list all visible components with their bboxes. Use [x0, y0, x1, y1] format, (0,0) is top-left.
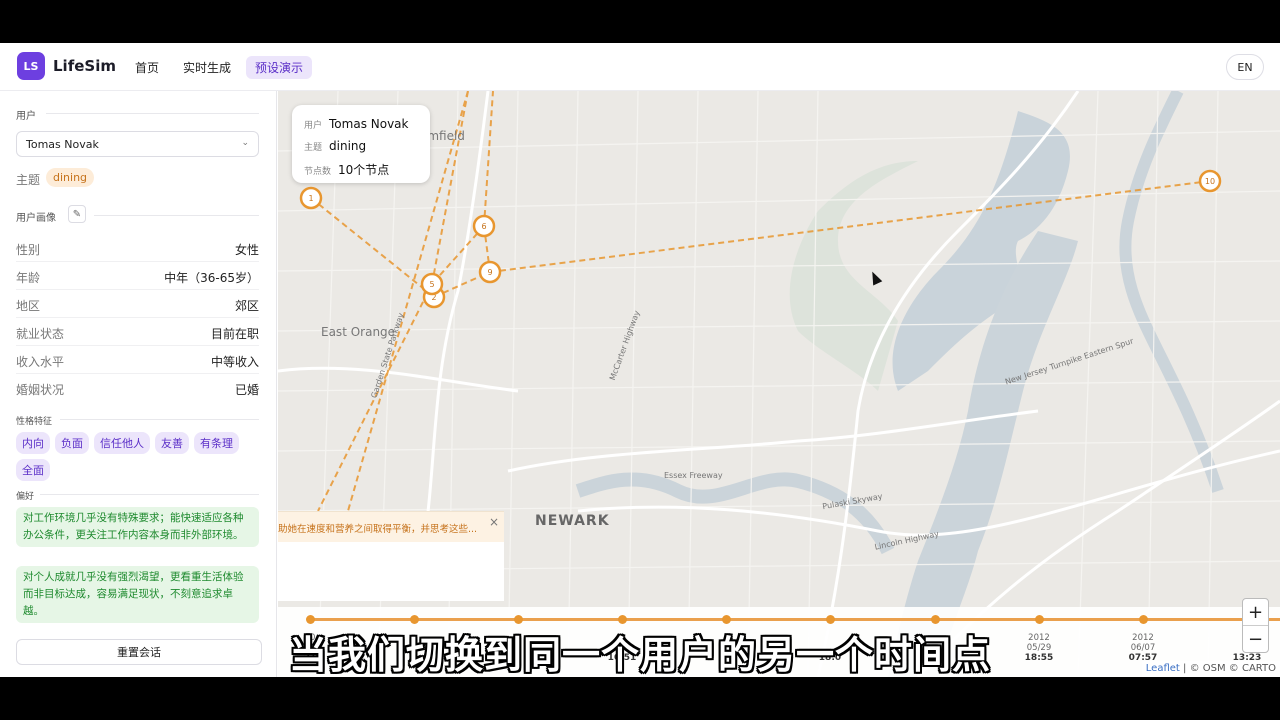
timeline-node[interactable] [722, 615, 731, 624]
attr-key: 就业状态 [16, 327, 65, 341]
traits-list: 内向 负面 信任他人 友善 有条理 全面 [16, 432, 261, 481]
prefs-section-title: 偏好 [16, 492, 35, 502]
marker-number: 10 [1205, 177, 1215, 186]
attr-value: 目前在职 [210, 327, 259, 341]
timeline-node[interactable] [1035, 615, 1044, 624]
attr-row-region: 地区 郊区 [16, 290, 259, 318]
profile-section-title: 用户画像 [16, 213, 56, 224]
top-navbar: LS LifeSim 首页 实时生成 预设演示 EN [0, 43, 1280, 91]
trait-tag: 内向 [16, 432, 50, 454]
zoom-in-button[interactable]: + [1243, 599, 1268, 626]
attr-value: 郊区 [234, 299, 259, 313]
marker-number: 5 [429, 280, 434, 289]
info-key: 节点数 [304, 167, 332, 177]
attr-value: 中年（36-65岁） [164, 271, 259, 285]
timeline-node[interactable] [410, 615, 419, 624]
theme-label: 主题 [16, 173, 41, 187]
preference-card: 对工作环境几乎没有特殊要求；能快速适应各种办公条件，更关注工作内容本身而非外部环… [16, 507, 259, 547]
attr-key: 婚姻状况 [16, 383, 65, 397]
sidebar: 用户 Tomas Novak ⌄ 主题 dining 用户画像 ✎ 性别 女性 年… [0, 91, 277, 677]
attr-row-income: 收入水平 中等收入 [16, 346, 259, 374]
timeline-node[interactable] [1139, 615, 1148, 624]
brand-name[interactable]: LifeSim [53, 57, 116, 75]
attr-row-gender: 性别 女性 [16, 234, 259, 262]
attr-value: 中等收入 [210, 355, 259, 369]
nav-live-generate[interactable]: 实时生成 [174, 56, 240, 79]
marker-number: 9 [487, 268, 492, 277]
attr-value: 女性 [234, 243, 259, 257]
divider [94, 215, 259, 216]
info-nodes-row: 节点数 10个节点 [304, 161, 389, 178]
preference-card: 对个人成就几乎没有强烈渴望，更看重生活体验而非目标达成，容易满足现状，不刻意追求… [16, 566, 259, 623]
trait-tag: 负面 [55, 432, 89, 454]
attr-key: 年龄 [16, 271, 41, 285]
attr-row-age: 年龄 中年（36-65岁） [16, 262, 259, 290]
timeline-track [310, 618, 1280, 621]
traits-section-title: 性格特征 [16, 417, 53, 427]
route-marker[interactable]: 1 [299, 186, 323, 210]
message-panel: 助她在速度和营养之间取得平衡，并思考这些... × [278, 511, 504, 601]
info-value: dining [329, 139, 367, 153]
close-icon[interactable]: × [489, 515, 499, 529]
trait-tag: 有条理 [194, 432, 239, 454]
attr-key: 地区 [16, 299, 41, 313]
video-subtitle: 当我们切换到同一个用户的另一个时间点 [288, 633, 991, 677]
nav-preset-demo[interactable]: 预设演示 [246, 56, 313, 79]
divider [40, 494, 259, 495]
info-key: 主题 [304, 143, 323, 153]
timeline-node[interactable] [931, 615, 940, 624]
app-logo[interactable]: LS [17, 52, 45, 80]
main-nav: 首页 实时生成 预设演示 [126, 56, 313, 79]
info-value: Tomas Novak [329, 117, 409, 131]
route-marker[interactable]: 9 [478, 260, 502, 284]
chevron-down-icon: ⌄ [241, 138, 249, 148]
info-theme-row: 主题 dining [304, 139, 366, 153]
user-section-title: 用户 [16, 111, 36, 122]
route-marker[interactable]: 5 [420, 272, 444, 296]
timeline-node[interactable] [826, 615, 835, 624]
trait-tag: 友善 [155, 432, 189, 454]
map-info-card: 用户 Tomas Novak 主题 dining 节点数 10个节点 [292, 105, 430, 183]
user-select[interactable]: Tomas Novak ⌄ [16, 131, 259, 157]
timeline-node[interactable] [514, 615, 523, 624]
timeline-node[interactable] [618, 615, 627, 624]
trait-tag: 全面 [16, 459, 50, 481]
info-value: 10个节点 [338, 163, 390, 177]
theme-badge: dining [46, 168, 95, 187]
app-window: LS LifeSim 首页 实时生成 预设演示 EN 用户 Tomas Nova… [0, 43, 1280, 677]
attr-key: 性别 [16, 243, 41, 257]
timeline-node[interactable] [306, 615, 315, 624]
attr-row-employment: 就业状态 目前在职 [16, 318, 259, 346]
marker-number: 6 [481, 222, 486, 231]
trait-tag: 信任他人 [94, 432, 150, 454]
divider [46, 113, 259, 114]
route-marker[interactable]: 6 [472, 214, 496, 238]
user-select-value: Tomas Novak [26, 138, 99, 151]
edit-icon[interactable]: ✎ [68, 205, 86, 223]
attr-key: 收入水平 [16, 355, 65, 369]
attr-row-marital: 婚姻状况 已婚 [16, 374, 259, 402]
route-marker[interactable]: 10 [1198, 169, 1222, 193]
nav-home[interactable]: 首页 [126, 56, 168, 79]
language-toggle-button[interactable]: EN [1226, 54, 1264, 80]
info-key: 用户 [304, 121, 323, 131]
map-view[interactable]: omfield East Orange NEWARK Essex Freeway… [278, 91, 1280, 677]
attr-value: 已婚 [234, 383, 259, 397]
info-user-row: 用户 Tomas Novak [304, 117, 408, 131]
marker-number: 1 [308, 194, 313, 203]
divider [60, 419, 259, 420]
message-banner: 助她在速度和营养之间取得平衡，并思考这些... [278, 512, 504, 542]
